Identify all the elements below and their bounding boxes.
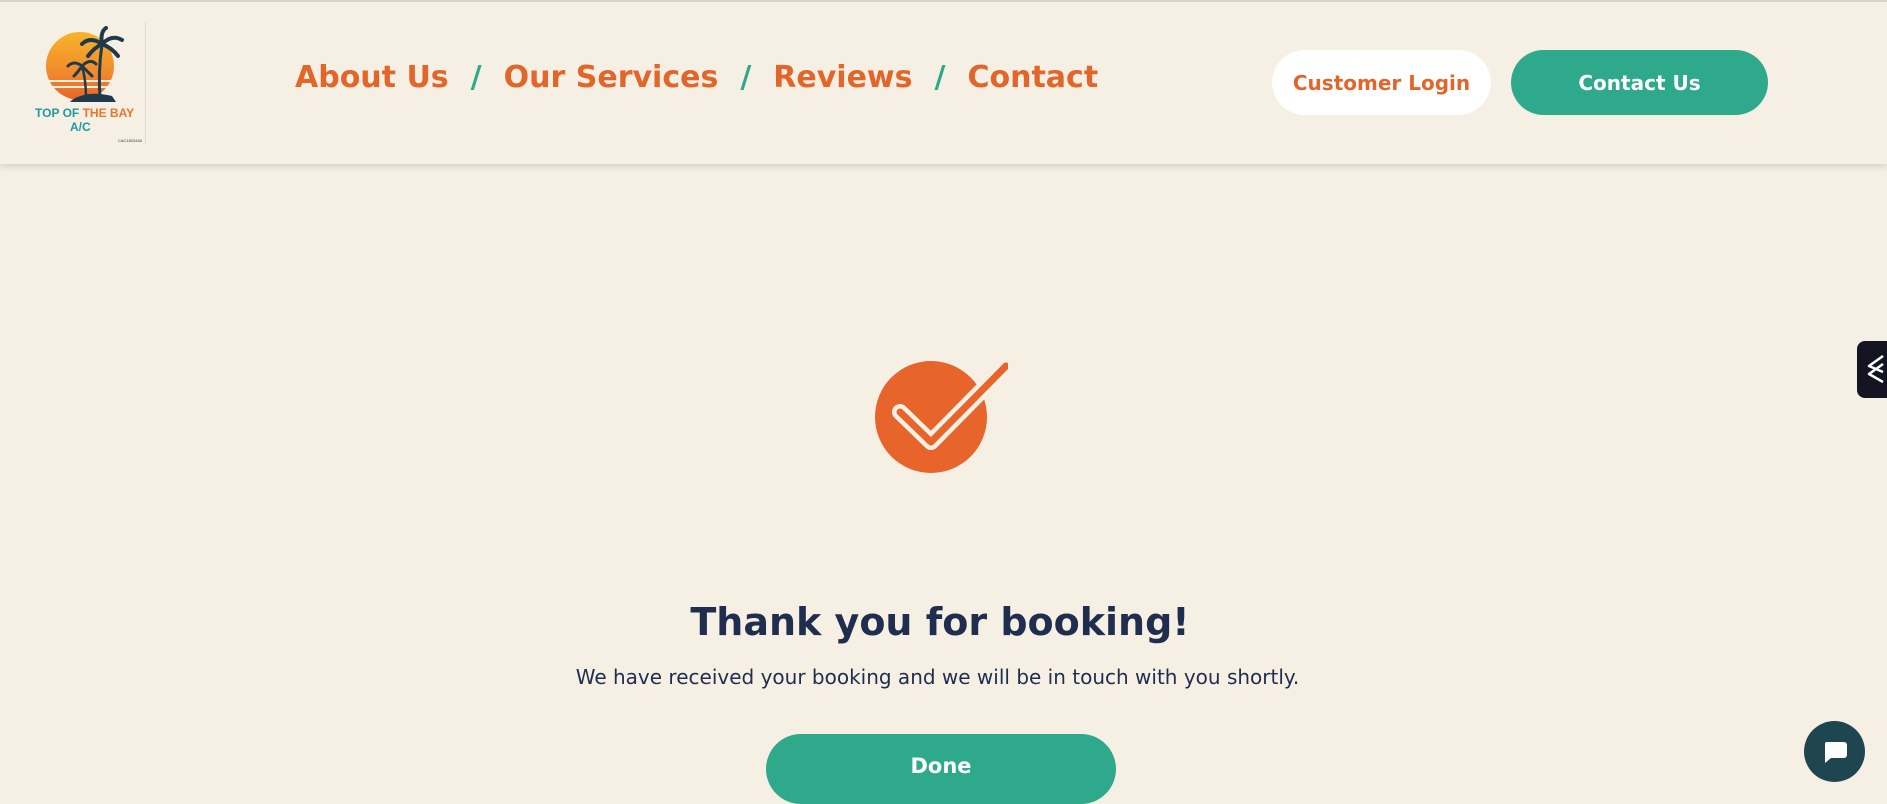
site-header: TOP OF THE BAY A/C CAC1820434 About Us /…	[0, 0, 1887, 164]
chat-icon	[1824, 741, 1847, 763]
nav-contact[interactable]: Contact	[967, 60, 1098, 95]
logo-text-part2: THE BAY	[82, 106, 135, 120]
nav-reviews[interactable]: Reviews	[773, 60, 912, 95]
checkmark-icon	[875, 358, 1008, 473]
main-navigation: About Us / Our Services / Reviews / Cont…	[295, 60, 1098, 95]
nav-our-services[interactable]: Our Services	[504, 60, 719, 95]
logo-subtitle: A/C	[70, 120, 91, 134]
customer-login-button[interactable]: Customer Login	[1272, 50, 1491, 115]
nav-separator: /	[740, 60, 752, 95]
layers-icon	[1867, 354, 1884, 384]
done-button[interactable]: Done	[766, 734, 1116, 804]
logo-license-number: CAC1820434	[118, 138, 143, 143]
sunset-palm-logo-icon	[46, 26, 124, 102]
confirmation-title: Thank you for booking!	[690, 600, 1190, 644]
nav-separator: /	[470, 60, 482, 95]
site-logo[interactable]: TOP OF THE BAY A/C CAC1820434	[28, 22, 146, 144]
confirmation-message: We have received your booking and we wil…	[575, 665, 1300, 689]
contact-us-button[interactable]: Contact Us	[1511, 50, 1768, 115]
nav-about-us[interactable]: About Us	[295, 60, 449, 95]
side-widget-tab[interactable]	[1857, 341, 1887, 398]
chat-launcher-button[interactable]	[1804, 721, 1865, 782]
logo-text-part1: TOP OF	[35, 106, 83, 120]
nav-separator: /	[934, 60, 946, 95]
logo-wordmark: TOP OF THE BAY	[35, 106, 134, 120]
